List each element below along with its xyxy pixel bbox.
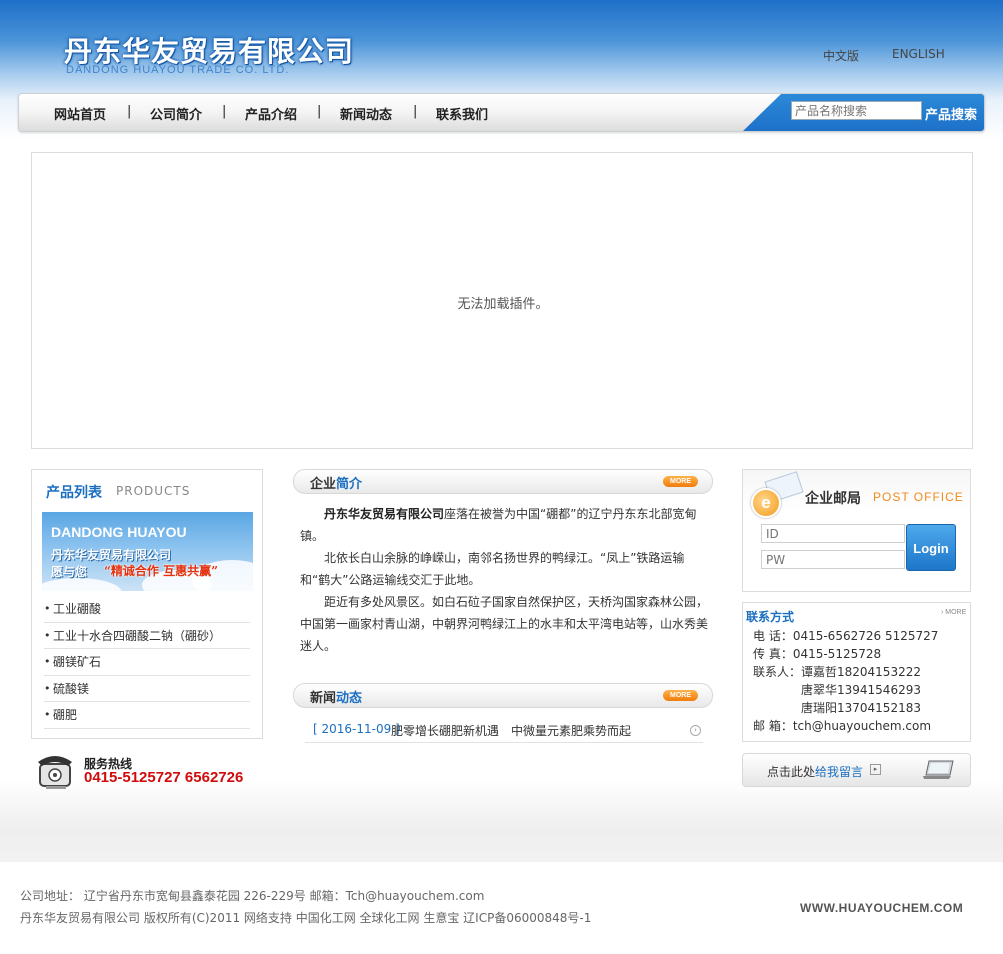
product-item[interactable]: 硼镁矿石 <box>44 649 250 676</box>
product-item[interactable]: 工业十水合四硼酸二钠（硼砂） <box>44 623 250 649</box>
nav-home[interactable]: 网站首页 <box>54 104 106 123</box>
contact-title: 联系方式 <box>746 610 795 624</box>
intro-title-part: 企业 <box>310 477 337 492</box>
main-nav-bar: 网站首页 | 公司简介 | 产品介绍 | 新闻动态 | 联系我们 产品搜索 <box>18 93 985 132</box>
product-list-panel: 产品列表 PRODUCTS DANDONG HUAYOU 丹东华友贸易有限公司 … <box>31 469 263 739</box>
post-office-title: 企业邮局 <box>805 491 861 507</box>
intro-section-title: 企业简介 <box>310 473 362 492</box>
contact-panel: 联系方式 › MORE 电 话：0415-6562726 5125727 传 真… <box>742 602 971 742</box>
product-item[interactable]: 硫酸镁 <box>44 676 250 702</box>
intro-more-button[interactable]: MORE <box>663 476 698 487</box>
email-id-input[interactable] <box>761 524 905 543</box>
intro-section-header: 企业简介 MORE <box>293 469 713 494</box>
laptop-icon <box>923 760 954 779</box>
footer-copyright: 丹东华友贸易有限公司 版权所有(C)2011 网络支持 中国化工网 全球化工网 … <box>20 911 592 925</box>
hotline-number: 0415-5125727 6562726 <box>84 769 244 786</box>
search-button[interactable]: 产品搜索 <box>925 104 977 123</box>
contact-person: 联系人：谭嘉哲18204153222 <box>753 665 921 679</box>
contact-more-link[interactable]: › MORE <box>941 609 966 616</box>
nav-separator: | <box>413 104 418 119</box>
nav-separator: | <box>317 104 322 119</box>
intro-company-name: 丹东华友贸易有限公司 <box>324 507 445 521</box>
email-e-icon: e <box>751 488 781 518</box>
news-more-button[interactable]: MORE <box>663 690 698 701</box>
footer-address: 公司地址： 辽宁省丹东市宽甸县鑫泰花园 226-229号 邮箱：Tch@huay… <box>20 889 485 903</box>
post-office-panel: e 企业邮局 POST OFFICE Login <box>742 469 971 592</box>
contact-fax: 传 真：0415-5125728 <box>753 647 882 661</box>
product-list-title: 产品列表 <box>46 485 102 501</box>
news-section-header: 新闻动态 MORE <box>293 683 713 708</box>
contact-person: 唐瑞阳13704152183 <box>801 701 921 715</box>
news-date: [ 2016-11-09 ] <box>313 722 400 736</box>
news-title-highlight: 动态 <box>336 691 363 706</box>
nav-contact[interactable]: 联系我们 <box>436 104 488 123</box>
email-password-input[interactable] <box>761 550 905 569</box>
nav-news[interactable]: 新闻动态 <box>340 104 392 123</box>
product-item[interactable]: 硼肥 <box>44 702 250 729</box>
intro-paragraph: 北依长白山余脉的峥嵘山，南邻名扬世界的鸭绿江。“凤上”铁路运输和“鹤大”公路运输… <box>300 551 685 587</box>
contact-person: 唐翠华13941546293 <box>801 683 921 697</box>
telephone-icon <box>38 756 72 789</box>
news-item[interactable]: [ 2016-11-09 ] 肥零增长硼肥新机遇 中微量元素肥乘势而起 › <box>305 716 703 743</box>
lang-english-link[interactable]: ENGLISH <box>892 47 945 61</box>
nav-products[interactable]: 产品介绍 <box>245 104 297 123</box>
search-input[interactable] <box>791 101 922 120</box>
intro-paragraph: 丹东华友贸易有限公司座落在被誉为中国“硼都”的辽宁丹东东北部宽甸镇。 <box>300 503 710 547</box>
news-title-part: 新闻 <box>310 691 337 706</box>
arrow-right-icon[interactable]: ▸ <box>870 764 881 775</box>
leave-message-prefix: 点击此处 <box>767 765 816 779</box>
leave-message-bar[interactable]: 点击此处 给我留言 ▸ <box>742 753 971 787</box>
banner-english-name: DANDONG HUAYOU <box>51 524 187 540</box>
nav-separator: | <box>127 104 132 119</box>
arrow-right-icon[interactable]: › <box>690 725 701 736</box>
flash-banner-area: 无法加载插件。 <box>31 152 973 449</box>
product-banner-image: DANDONG HUAYOU 丹东华友贸易有限公司 愿与您 “精诚合作 互惠共赢… <box>42 512 253 591</box>
logo-english: DANDONG HUAYOU TRADE CO. LTD. <box>66 64 290 76</box>
banner-company-name: 丹东华友贸易有限公司 <box>51 548 172 562</box>
nav-about[interactable]: 公司简介 <box>150 104 202 123</box>
contact-more-label: MORE <box>945 609 967 616</box>
footer-website[interactable]: WWW.HUAYOUCHEM.COM <box>800 901 963 915</box>
news-title-link[interactable]: 肥零增长硼肥新机遇 中微量元素肥乘势而起 <box>391 722 631 739</box>
intro-text: 丹东华友贸易有限公司座落在被誉为中国“硼都”的辽宁丹东东北部宽甸镇。 北依长白山… <box>300 503 710 657</box>
product-item[interactable]: 工业硼酸 <box>44 596 250 623</box>
nav-separator: | <box>222 104 227 119</box>
banner-slogan: “精诚合作 互惠共赢” <box>104 564 218 578</box>
login-button[interactable]: Login <box>906 524 956 571</box>
news-section-title: 新闻动态 <box>310 687 362 706</box>
banner-slogan-prefix: 愿与您 <box>51 565 88 579</box>
plugin-error-message: 无法加载插件。 <box>457 297 549 312</box>
intro-paragraph: 距近有多处风景区。如白石砬子国家自然保护区，天桥沟国家森林公园，中国第一画家村青… <box>300 595 709 653</box>
product-list: 工业硼酸 工业十水合四硼酸二钠（硼砂） 硼镁矿石 硫酸镁 硼肥 <box>44 596 250 729</box>
lang-chinese-link[interactable]: 中文版 <box>823 47 859 64</box>
leave-message-link[interactable]: 给我留言 <box>815 763 863 780</box>
contact-email: 邮 箱：tch@huayouchem.com <box>753 719 932 733</box>
contact-phone: 电 话：0415-6562726 5125727 <box>753 629 939 643</box>
post-office-title-en: POST OFFICE <box>873 490 964 504</box>
intro-title-highlight: 简介 <box>336 477 363 492</box>
product-list-title-en: PRODUCTS <box>116 484 191 498</box>
